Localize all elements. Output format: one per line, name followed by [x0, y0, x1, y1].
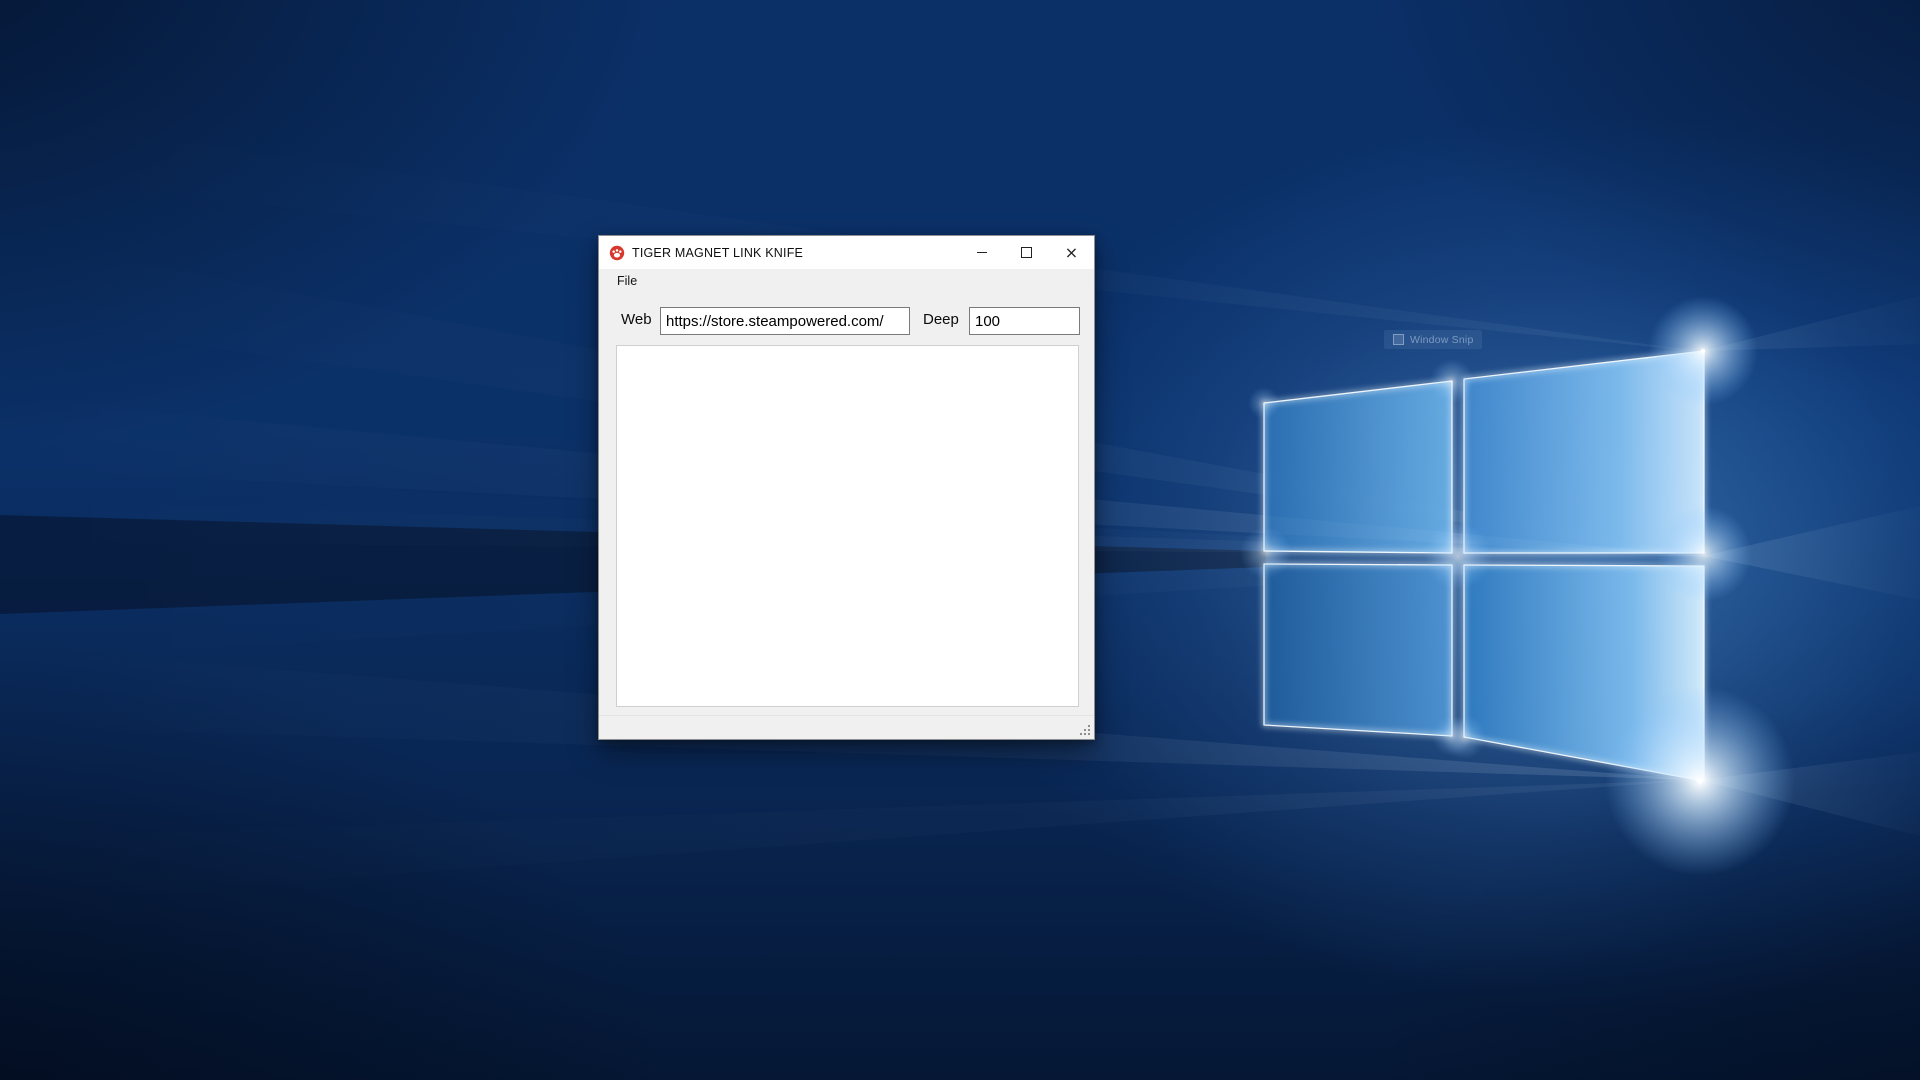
close-button[interactable]: × — [1049, 236, 1094, 269]
close-icon: × — [1065, 245, 1078, 261]
deep-input[interactable] — [969, 307, 1080, 335]
app-icon[interactable] — [609, 245, 625, 261]
results-list-panel[interactable] — [616, 345, 1079, 707]
minimize-button[interactable] — [959, 236, 1004, 269]
resize-grip[interactable] — [1088, 733, 1090, 735]
menubar: File — [599, 269, 1094, 294]
window-snip-artifact: Window Snip — [1384, 330, 1482, 349]
window-snip-icon — [1393, 334, 1404, 345]
wallpaper-pane-bottom-left — [1264, 564, 1452, 736]
web-label: Web — [621, 307, 652, 333]
titlebar[interactable]: TIGER MAGNET LINK KNIFE × — [599, 236, 1094, 269]
window-snip-label: Window Snip — [1410, 334, 1473, 346]
deep-label: Deep — [923, 307, 959, 333]
menu-item-file[interactable]: File — [617, 271, 646, 292]
maximize-icon — [1021, 247, 1032, 258]
caption-buttons: × — [959, 236, 1094, 269]
app-window: TIGER MAGNET LINK KNIFE × File Web Deep — [598, 235, 1095, 740]
minimize-icon — [977, 252, 987, 253]
statusbar — [599, 715, 1094, 739]
web-input[interactable] — [660, 307, 910, 335]
window-title: TIGER MAGNET LINK KNIFE — [632, 246, 803, 260]
maximize-button[interactable] — [1004, 236, 1049, 269]
